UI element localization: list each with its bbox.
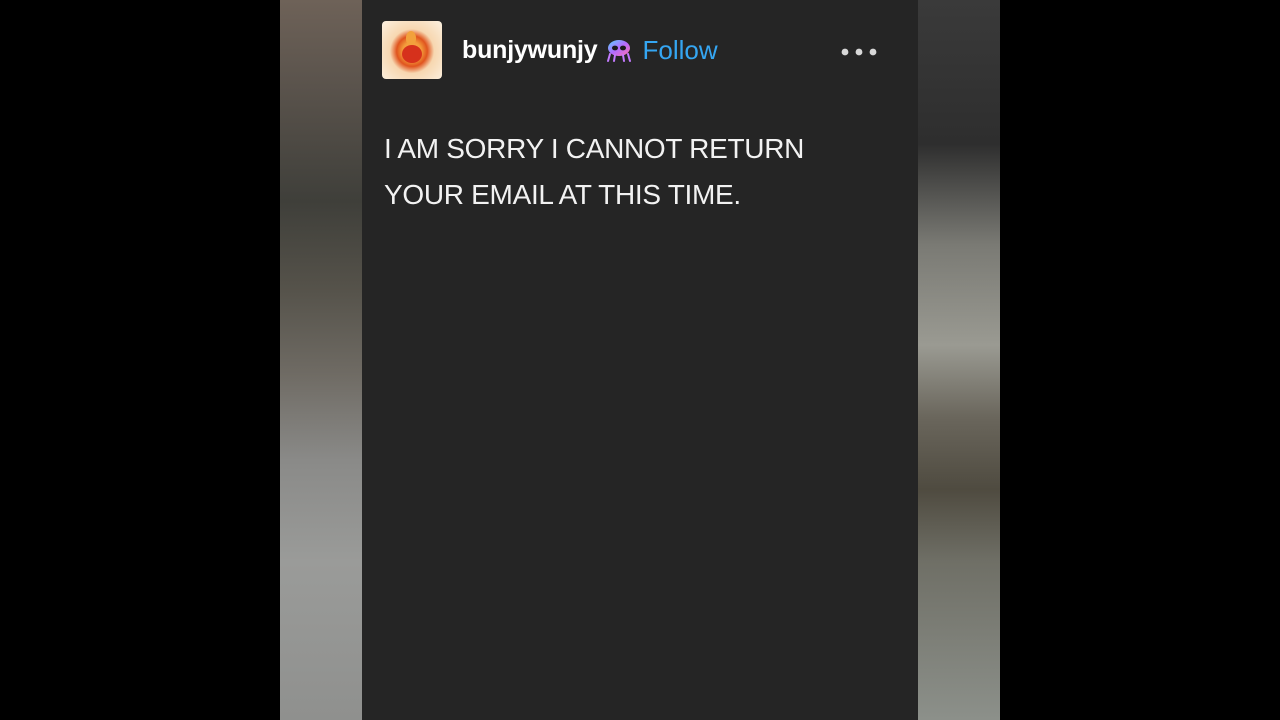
alien-badge-icon: [605, 36, 633, 64]
goldfish-body: [402, 45, 422, 63]
tumblr-post: bunjywunjy Follow I AM SORRY I CANNOT RE…: [362, 0, 918, 720]
more-options-icon[interactable]: [840, 45, 878, 57]
post-body-text: I AM SORRY I CANNOT RETURN YOUR EMAIL AT…: [384, 133, 805, 210]
goldfish-fin: [406, 31, 416, 45]
video-frame: bunjywunjy Follow I AM SORRY I CANNOT RE…: [0, 0, 1280, 720]
blurred-background-right: [918, 0, 1000, 720]
follow-button[interactable]: Follow: [643, 35, 718, 66]
avatar[interactable]: [382, 21, 442, 79]
username[interactable]: bunjywunjy: [462, 36, 598, 65]
blurred-background-left: [280, 0, 362, 720]
post-header: bunjywunjy Follow: [382, 20, 902, 80]
